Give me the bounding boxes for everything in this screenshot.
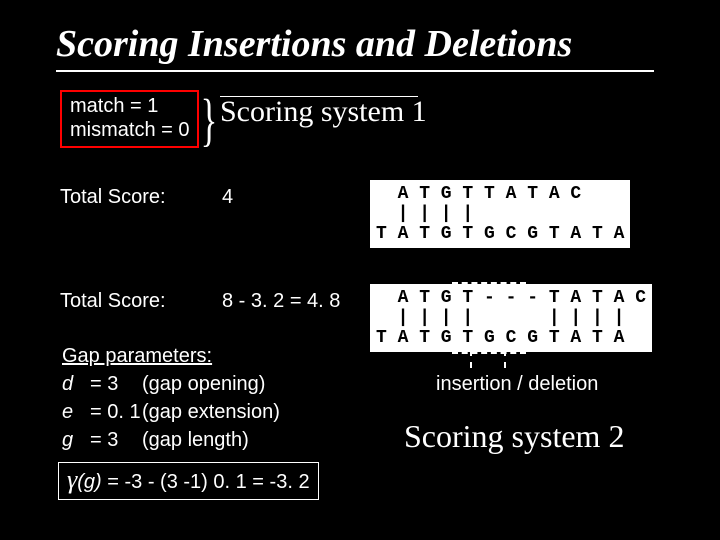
insertion-deletion-label: insertion / deletion <box>436 373 598 396</box>
gap-g-desc: (gap length) <box>142 429 249 451</box>
total-score-2-label: Total Score: <box>60 290 166 313</box>
gap-e-symbol: e <box>62 398 90 426</box>
gap-g-value: = 3 <box>90 426 142 454</box>
gap-highlight-box <box>452 282 526 354</box>
gap-param-g: g= 3(gap length) <box>62 426 280 454</box>
slide-root: Scoring Insertions and Deletions match =… <box>0 0 720 540</box>
mismatch-line: mismatch = 0 <box>70 118 189 142</box>
gamma-formula-box: γ(g) = -3 - (3 -1) 0. 1 = -3. 2 <box>58 462 319 500</box>
slide-title: Scoring Insertions and Deletions <box>56 22 572 66</box>
total-score-1-value: 4 <box>222 186 233 209</box>
gamma-symbol: γ <box>67 465 77 494</box>
gap-param-d: d= 3(gap opening) <box>62 370 280 398</box>
gap-d-value: = 3 <box>90 370 142 398</box>
scoring-system-1-label: Scoring system 1 <box>220 95 427 129</box>
gap-highlight-leg-left <box>470 350 472 368</box>
alignment-1-row2: | | | | <box>376 204 473 224</box>
alignment-1-row1: A T G T T A T A C <box>376 184 581 204</box>
scoring-system-2-label: Scoring system 2 <box>404 418 624 455</box>
gap-parameters: Gap parameters: d= 3(gap opening) e= 0. … <box>62 342 280 454</box>
gap-e-value: = 0. 1 <box>90 398 142 426</box>
match-line: match = 1 <box>70 94 189 118</box>
alignment-1-row3: T A T G T G C G T A T A <box>376 224 624 244</box>
brace-icon: } <box>201 86 218 153</box>
title-underline <box>56 70 654 72</box>
gap-highlight-leg-right <box>504 350 506 368</box>
gamma-of-g: (g) <box>77 471 101 493</box>
gap-d-symbol: d <box>62 370 90 398</box>
gap-g-symbol: g <box>62 426 90 454</box>
alignment-1: A T G T T A T A C | | | | T A T G T G C … <box>370 180 630 248</box>
gamma-expr: = -3 - (3 -1) 0. 1 = -3. 2 <box>102 471 310 493</box>
gap-parameters-header: Gap parameters: <box>62 342 280 370</box>
gap-d-desc: (gap opening) <box>142 373 265 395</box>
gap-param-e: e= 0. 1(gap extension) <box>62 398 280 426</box>
total-score-1-label: Total Score: <box>60 186 166 209</box>
total-score-2-value: 8 - 3. 2 = 4. 8 <box>222 290 340 313</box>
scoring-parameters-box: match = 1 mismatch = 0 <box>60 90 199 148</box>
gap-e-desc: (gap extension) <box>142 401 280 423</box>
